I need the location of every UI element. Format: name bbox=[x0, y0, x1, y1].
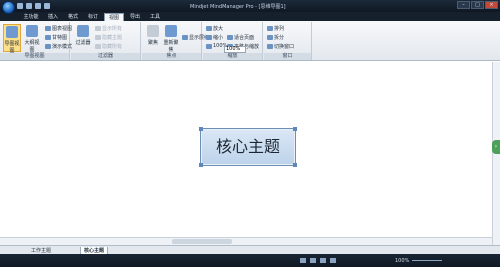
view-mode-icon[interactable] bbox=[320, 258, 326, 263]
chart-view-button[interactable]: 图表视图 bbox=[45, 25, 72, 32]
group-label-zoom: 缩放 bbox=[203, 53, 262, 60]
split-button[interactable]: 拆分 bbox=[267, 34, 284, 41]
status-view-icons bbox=[300, 258, 336, 263]
filter-icon bbox=[77, 25, 89, 37]
tab-view[interactable]: 视图 bbox=[104, 13, 124, 21]
refocus-button[interactable]: 重新聚焦 bbox=[162, 24, 180, 53]
zoom-in-icon bbox=[206, 26, 212, 31]
tab-tools[interactable]: 工具 bbox=[146, 13, 164, 21]
zoom-out-button[interactable]: 缩小 bbox=[206, 34, 223, 41]
zoom-slider[interactable] bbox=[412, 260, 442, 261]
switch-window-icon bbox=[267, 44, 273, 49]
title-bar: Mindjet MindManager Pro - [思维导图1] – □ × bbox=[0, 0, 500, 12]
hide-topic-icon bbox=[95, 35, 101, 40]
outline-view-icon bbox=[26, 25, 38, 37]
maximize-button[interactable]: □ bbox=[471, 1, 484, 9]
switch-window-button[interactable]: 切换窗口 bbox=[267, 43, 294, 50]
ribbon: 导图视图 大纲视图 图表视图 甘特图 演示模式 导图视图 过滤器 显示所有 隐藏… bbox=[0, 21, 500, 61]
scroll-thumb[interactable] bbox=[172, 239, 232, 244]
save-icon[interactable] bbox=[17, 3, 23, 9]
hide-topic-button[interactable]: 隐藏主题 bbox=[95, 34, 122, 41]
refocus-icon bbox=[165, 25, 177, 37]
status-bar: 100% bbox=[0, 254, 500, 267]
resize-handle[interactable] bbox=[293, 127, 297, 131]
ribbon-group-zoom: 放大 缩小 100% 适合页面 平移与缩放 缩放 bbox=[203, 22, 263, 60]
document-tabs: 工作主题 核心主题 bbox=[0, 245, 500, 255]
print-icon[interactable] bbox=[44, 3, 50, 9]
map-view-button[interactable]: 导图视图 bbox=[3, 24, 21, 54]
hide-all-icon bbox=[95, 44, 101, 49]
tab-export[interactable]: 导出 bbox=[126, 13, 144, 21]
group-label-views: 导图视图 bbox=[0, 53, 69, 60]
group-label-filter: 过滤器 bbox=[71, 53, 140, 60]
window-title: Mindjet MindManager Pro - [思维导图1] bbox=[190, 4, 286, 10]
task-pane-toggle[interactable]: › bbox=[492, 140, 500, 154]
resize-handle[interactable] bbox=[199, 127, 203, 131]
split-icon bbox=[267, 35, 273, 40]
fit-page-icon bbox=[227, 35, 233, 40]
tab-format[interactable]: 格式 bbox=[64, 13, 82, 21]
minimize-button[interactable]: – bbox=[457, 1, 470, 9]
view-mode-icon[interactable] bbox=[310, 258, 316, 263]
quick-access-toolbar bbox=[17, 3, 50, 9]
ribbon-group-window: 排列 拆分 切换窗口 窗口 bbox=[264, 22, 312, 60]
window-controls: – □ × bbox=[457, 1, 498, 9]
resize-handle[interactable] bbox=[199, 163, 203, 167]
tab-home[interactable]: 主功能 bbox=[20, 13, 42, 21]
app-menu-button[interactable] bbox=[2, 1, 15, 14]
resize-handle[interactable] bbox=[293, 163, 297, 167]
zoom-in-button[interactable]: 放大 bbox=[206, 25, 223, 32]
presentation-icon bbox=[45, 44, 51, 49]
map-view-icon bbox=[6, 26, 18, 38]
arrange-icon bbox=[267, 26, 273, 31]
filter-button[interactable]: 过滤器 bbox=[74, 24, 92, 52]
view-mode-icon[interactable] bbox=[330, 258, 336, 263]
focus-button[interactable]: 聚焦 bbox=[144, 24, 162, 52]
fit-page-button[interactable]: 适合页面 bbox=[227, 34, 254, 41]
gantt-icon bbox=[45, 35, 51, 40]
tab-insert[interactable]: 插入 bbox=[44, 13, 62, 21]
chart-icon bbox=[45, 26, 51, 31]
tab-markup[interactable]: 标订 bbox=[84, 13, 102, 21]
group-label-window: 窗口 bbox=[264, 53, 311, 60]
gantt-button[interactable]: 甘特图 bbox=[45, 34, 67, 41]
central-topic[interactable]: 核心主题 bbox=[199, 127, 297, 167]
redo-icon[interactable] bbox=[35, 3, 41, 9]
ribbon-group-focus: 聚焦 重新聚焦 显示层级 焦点 bbox=[142, 22, 209, 60]
show-all-icon bbox=[95, 26, 101, 31]
view-mode-icon[interactable] bbox=[300, 258, 306, 263]
undo-icon[interactable] bbox=[26, 3, 32, 9]
hide-all-button[interactable]: 隐藏所有 bbox=[95, 43, 122, 50]
ribbon-group-filter: 过滤器 显示所有 隐藏主题 隐藏所有 过滤器 bbox=[71, 22, 141, 60]
status-zoom-label: 100% bbox=[395, 258, 410, 264]
outline-view-button[interactable]: 大纲视图 bbox=[23, 24, 41, 53]
close-button[interactable]: × bbox=[485, 1, 498, 9]
focus-icon bbox=[147, 25, 159, 37]
show-all-button[interactable]: 显示所有 bbox=[95, 25, 122, 32]
zoom-level-select[interactable]: 100% bbox=[224, 46, 246, 53]
ribbon-tabs: 主功能 插入 格式 标订 视图 导出 工具 bbox=[0, 12, 500, 21]
zoom-100-icon bbox=[206, 43, 212, 49]
zoom-out-icon bbox=[206, 35, 212, 40]
levels-icon bbox=[182, 35, 188, 40]
group-label-focus: 焦点 bbox=[142, 53, 201, 60]
ribbon-group-views: 导图视图 大纲视图 图表视图 甘特图 演示模式 导图视图 bbox=[0, 22, 72, 60]
horizontal-scrollbar[interactable] bbox=[0, 237, 492, 245]
arrange-button[interactable]: 排列 bbox=[267, 25, 284, 32]
presentation-view-button[interactable]: 演示模式 bbox=[45, 43, 72, 50]
